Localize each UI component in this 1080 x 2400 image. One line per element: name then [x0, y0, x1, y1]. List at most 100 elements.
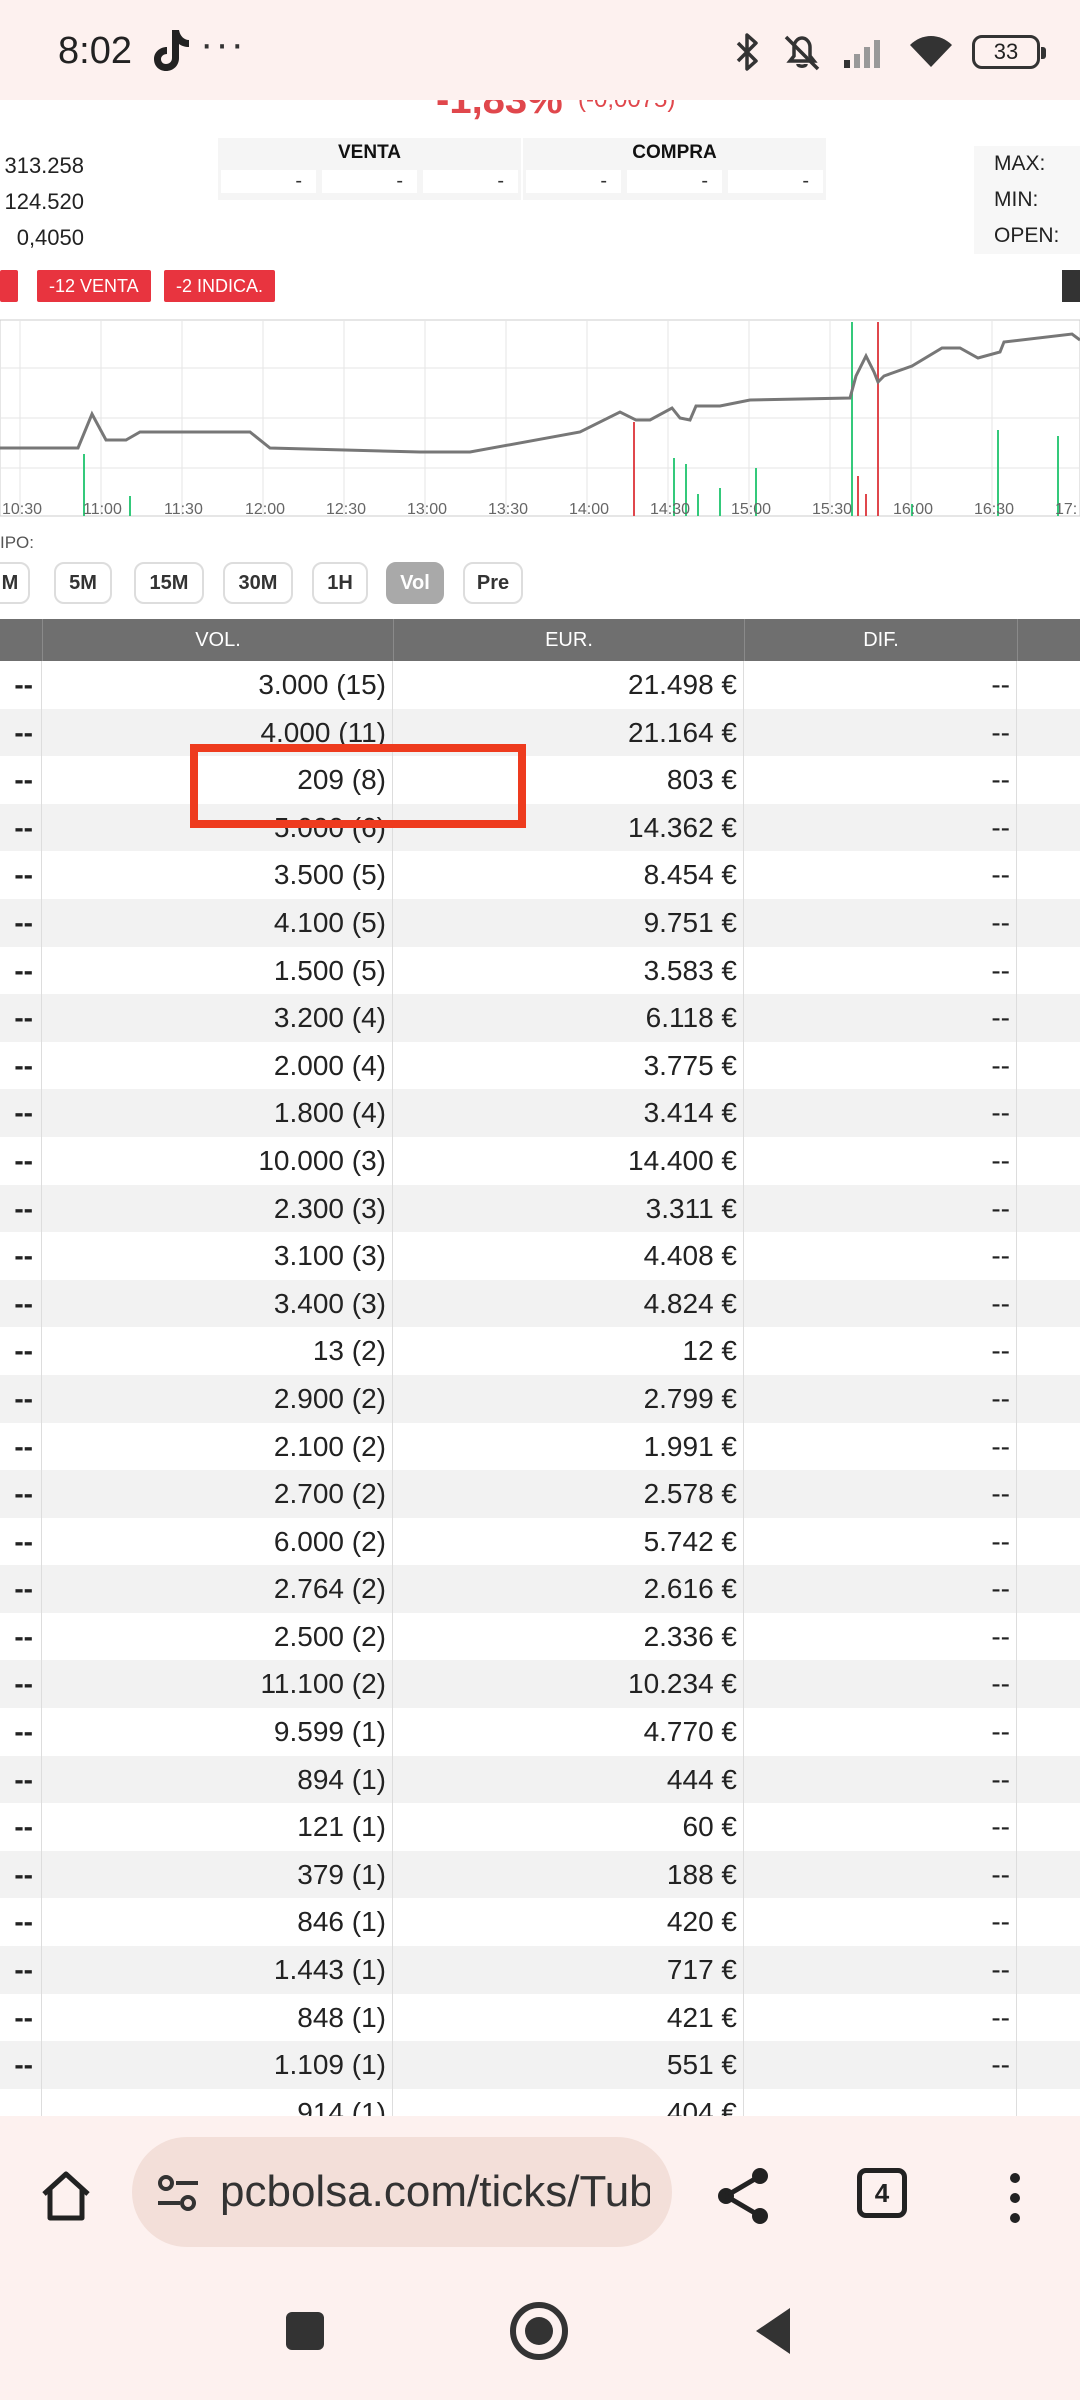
volume-cell: 2.700 (2)	[42, 1470, 393, 1518]
row-marker: --	[0, 1089, 42, 1137]
table-row: -- 3.500 (5) 8.454 € --	[0, 851, 1080, 899]
volume-cell: 6.000 (2)	[42, 1517, 393, 1566]
row-marker: --	[0, 1898, 42, 1947]
row-marker: --	[0, 756, 42, 804]
header-vol: VOL.	[42, 619, 393, 661]
timeframe-button-1h[interactable]: 1H	[312, 562, 368, 604]
table-row: -- 1.443 (1) 717 € --	[0, 1946, 1080, 1994]
dif-cell: --	[744, 1184, 1017, 1233]
volume-cell: 3.000 (15)	[42, 661, 393, 709]
table-row: -- 13 (2) 12 € --	[0, 1327, 1080, 1375]
volume-cell: 9.599 (1)	[42, 1708, 393, 1756]
buy-title: COMPRA	[632, 142, 717, 163]
recents-button[interactable]	[286, 2312, 324, 2350]
euro-cell: 14.400 €	[393, 1136, 744, 1185]
table-row: -- 1.500 (5) 3.583 € --	[0, 946, 1080, 995]
address-bar[interactable]: pcbolsa.com/ticks/Tub	[132, 2137, 672, 2247]
volume-cell: 1.500 (5)	[42, 946, 393, 995]
home-button[interactable]	[510, 2302, 568, 2360]
row-marker: --	[0, 1612, 42, 1661]
row-marker: --	[0, 661, 42, 709]
euro-cell: 551 €	[393, 2041, 744, 2089]
table-row: -- 2.500 (2) 2.336 € --	[0, 1612, 1080, 1661]
sell-tag[interactable]: -12 VENTA	[37, 270, 151, 302]
url-text[interactable]: pcbolsa.com/ticks/Tub	[220, 2167, 650, 2217]
row-marker: --	[0, 1708, 42, 1756]
timeframe-button-5m[interactable]: 5M	[54, 562, 112, 604]
table-row: -- 2.700 (2) 2.578 € --	[0, 1470, 1080, 1518]
row-marker: --	[0, 1327, 42, 1375]
table-row: -- 5.000 (6) 14.362 € --	[0, 803, 1080, 852]
euro-cell: 2.799 €	[393, 1374, 744, 1423]
euro-cell: 3.775 €	[393, 1041, 744, 1090]
sell-book: VENTA - - -	[218, 138, 521, 200]
time-label: 15:30	[812, 501, 852, 518]
volume-cell: 2.500 (2)	[42, 1612, 393, 1661]
dark-tag[interactable]	[1062, 270, 1080, 302]
site-settings-icon[interactable]	[156, 2173, 200, 2213]
row-marker: --	[0, 1422, 42, 1471]
home-icon[interactable]	[38, 2168, 94, 2224]
table-row: -- 6.000 (2) 5.742 € --	[0, 1517, 1080, 1566]
row-marker: --	[0, 1993, 42, 2042]
back-button[interactable]	[752, 2306, 792, 2356]
time-label: 11:30	[164, 501, 203, 518]
dif-cell: --	[744, 1422, 1017, 1471]
indicator-tag[interactable]: -2 INDICA.	[164, 270, 276, 302]
table-row: -- 894 (1) 444 € --	[0, 1755, 1080, 1804]
system-nav-bar	[0, 2270, 1080, 2400]
euro-cell: 717 €	[393, 1946, 744, 1994]
timeframe-button-30m[interactable]: 30M	[223, 562, 293, 604]
more-options-icon[interactable]	[1000, 2168, 1030, 2228]
time-label: 14:00	[569, 501, 609, 518]
row-marker: --	[0, 1374, 42, 1423]
sell-cell: -	[322, 170, 417, 193]
table-row: -- 4.100 (5) 9.751 € --	[0, 898, 1080, 947]
table-row: -- 3.200 (4) 6.118 € --	[0, 994, 1080, 1042]
time-label: 14:30	[650, 501, 690, 518]
dif-cell: --	[744, 1041, 1017, 1090]
table-row: -- 2.000 (4) 3.775 € --	[0, 1041, 1080, 1090]
timeframe-button-m[interactable]: M	[0, 562, 30, 604]
euro-cell: 9.751 €	[393, 898, 744, 947]
row-marker: --	[0, 2041, 42, 2089]
share-icon[interactable]	[714, 2166, 772, 2226]
row-marker: --	[0, 1803, 42, 1851]
header-cell	[1017, 619, 1080, 661]
timeframe-button-15m[interactable]: 15M	[134, 562, 204, 604]
row-marker: --	[0, 1565, 42, 1613]
table-row: -- 2.764 (2) 2.616 € --	[0, 1565, 1080, 1613]
dif-cell: --	[744, 661, 1017, 709]
time-label: 15:00	[731, 501, 771, 518]
dif-cell: --	[744, 1708, 1017, 1756]
time-label: 17:	[1055, 501, 1077, 518]
open-label: OPEN:	[994, 224, 1060, 247]
row-marker: --	[0, 898, 42, 947]
dif-cell: --	[744, 1279, 1017, 1328]
row-marker: --	[0, 708, 42, 757]
dif-cell: --	[744, 2041, 1017, 2089]
table-header: VOL. EUR. DIF.	[0, 619, 1080, 661]
table-row: -- 1.109 (1) 551 € --	[0, 2041, 1080, 2089]
row-marker: --	[0, 946, 42, 995]
sell-title: VENTA	[338, 142, 401, 163]
table-row: -- 11.100 (2) 10.234 € --	[0, 1660, 1080, 1709]
dif-cell: --	[744, 803, 1017, 852]
volume-cell: 848 (1)	[42, 1993, 393, 2042]
status-bar: 8:02 ··· 33	[0, 0, 1080, 100]
row-marker: --	[0, 1184, 42, 1233]
header-cell	[0, 619, 42, 661]
left-value: 0,4050	[16, 225, 84, 250]
timeframe-button-pre[interactable]: Pre	[463, 562, 523, 604]
euro-cell: 3.414 €	[393, 1089, 744, 1137]
dif-cell: --	[744, 1565, 1017, 1613]
volume-cell: 846 (1)	[42, 1898, 393, 1947]
tab-switcher-button[interactable]: 4	[857, 2168, 907, 2218]
volume-cell: 2.100 (2)	[42, 1422, 393, 1471]
euro-cell: 8.454 €	[393, 851, 744, 899]
battery-icon: 33	[972, 35, 1046, 69]
timeframe-button-vol[interactable]: Vol	[386, 562, 444, 604]
table-row: -- 10.000 (3) 14.400 € --	[0, 1136, 1080, 1185]
euro-cell: 12 €	[393, 1327, 744, 1375]
tag-partial[interactable]	[0, 270, 18, 302]
